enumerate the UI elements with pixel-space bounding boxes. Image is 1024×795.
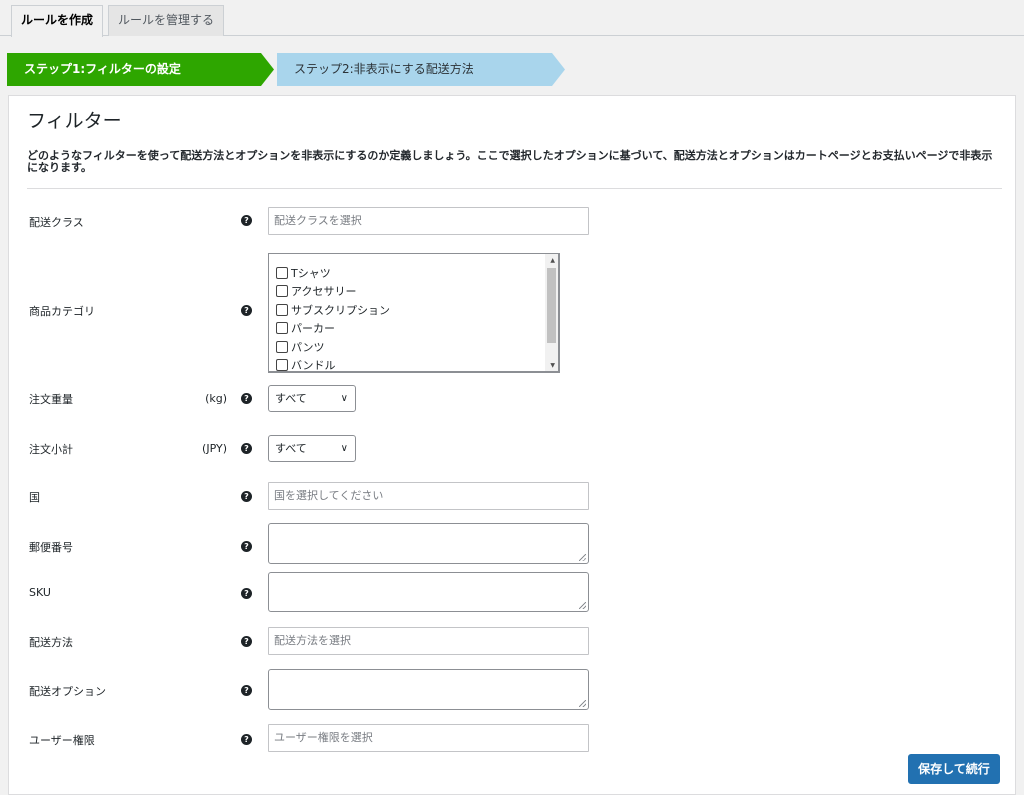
scroll-down-icon[interactable]: ▼ — [550, 362, 555, 369]
list-item[interactable]: Tシャツ — [276, 266, 331, 282]
checkbox[interactable] — [276, 285, 288, 297]
help-icon[interactable]: ? — [241, 734, 252, 745]
user-role-select[interactable]: ユーザー権限を選択 — [268, 724, 589, 752]
chevron-down-icon: ∨ — [340, 393, 348, 404]
list-item[interactable]: サブスクリプション — [276, 303, 390, 319]
country-label: 国 — [29, 491, 40, 504]
shipping-class-label: 配送クラス — [29, 216, 84, 229]
step-2-hidden-shipping-methods[interactable]: ステップ2:非表示にする配送方法 — [277, 53, 565, 86]
list-item[interactable]: パーカー — [276, 321, 335, 337]
sku-label: SKU — [29, 586, 51, 599]
category-label: パンツ — [291, 341, 325, 354]
order-subtotal-value: すべて — [275, 442, 307, 455]
product-category-label: 商品カテゴリ — [29, 305, 95, 318]
sku-textarea[interactable] — [268, 572, 589, 612]
order-weight-label: 注文重量 — [29, 393, 73, 406]
scroll-thumb[interactable] — [547, 268, 556, 343]
panel-description: どのようなフィルターを使って配送方法とオプションを非表示にするのか定義しましょう… — [27, 149, 993, 174]
order-weight-select[interactable]: すべて ∨ — [268, 385, 356, 412]
checkbox[interactable] — [276, 267, 288, 279]
tab-create-rule[interactable]: ルールを作成 — [11, 5, 104, 37]
help-icon[interactable]: ? — [241, 636, 252, 647]
scroll-up-icon[interactable]: ▲ — [550, 257, 555, 264]
filter-panel: フィルター どのようなフィルターを使って配送方法とオプションを非表示にするのか定… — [8, 95, 1016, 795]
help-icon[interactable]: ? — [241, 393, 252, 404]
order-subtotal-select[interactable]: すべて ∨ — [268, 435, 356, 462]
shipping-method-select[interactable]: 配送方法を選択 — [268, 627, 589, 655]
shipping-method-label: 配送方法 — [29, 636, 73, 649]
shipping-class-select[interactable]: 配送クラスを選択 — [268, 207, 589, 235]
checkbox[interactable] — [276, 359, 288, 371]
scrollbar[interactable]: ▲ ▼ — [545, 254, 558, 371]
order-weight-unit: (kg) — [205, 392, 227, 405]
help-icon[interactable]: ? — [241, 491, 252, 502]
resize-handle-icon[interactable] — [579, 554, 586, 561]
checkbox[interactable] — [276, 341, 288, 353]
shipping-option-label: 配送オプション — [29, 685, 106, 698]
country-select[interactable]: 国を選択してください — [268, 482, 589, 510]
resize-handle-icon[interactable] — [579, 700, 586, 707]
step-1-filter-settings[interactable]: ステップ1:フィルターの設定 — [7, 53, 274, 86]
product-category-list[interactable]: Tシャツ アクセサリー サブスクリプション パーカー パンツ バンドル ▲ ▼ — [268, 253, 560, 373]
category-label: パーカー — [291, 322, 335, 335]
shipping-option-textarea[interactable] — [268, 669, 589, 710]
postcode-textarea[interactable] — [268, 523, 589, 564]
list-item[interactable]: アクセサリー — [276, 284, 356, 300]
resize-handle-icon[interactable] — [579, 602, 586, 609]
help-icon[interactable]: ? — [241, 443, 252, 454]
postcode-label: 郵便番号 — [29, 541, 73, 554]
category-label: アクセサリー — [291, 285, 357, 298]
help-icon[interactable]: ? — [241, 588, 252, 599]
chevron-down-icon: ∨ — [340, 443, 348, 454]
category-label: サブスクリプション — [291, 304, 390, 317]
order-weight-value: すべて — [275, 392, 307, 405]
help-icon[interactable]: ? — [241, 215, 252, 226]
tab-bar: ルールを作成 ルールを管理する — [0, 0, 1024, 37]
divider — [27, 188, 1002, 189]
panel-title: フィルター — [27, 110, 122, 132]
tab-manage-rules[interactable]: ルールを管理する — [108, 5, 225, 36]
help-icon[interactable]: ? — [241, 305, 252, 316]
user-role-label: ユーザー権限 — [29, 734, 95, 747]
checkbox[interactable] — [276, 304, 288, 316]
checkbox[interactable] — [276, 322, 288, 334]
category-label: バンドル — [291, 359, 336, 372]
list-item[interactable]: バンドル — [276, 358, 336, 372]
order-subtotal-label: 注文小計 — [29, 443, 73, 456]
help-icon[interactable]: ? — [241, 685, 252, 696]
order-subtotal-unit: (JPY) — [202, 442, 227, 455]
list-item[interactable]: パンツ — [276, 340, 325, 356]
category-label: Tシャツ — [291, 267, 331, 280]
help-icon[interactable]: ? — [241, 541, 252, 552]
save-and-continue-button[interactable]: 保存して続行 — [908, 754, 1000, 784]
